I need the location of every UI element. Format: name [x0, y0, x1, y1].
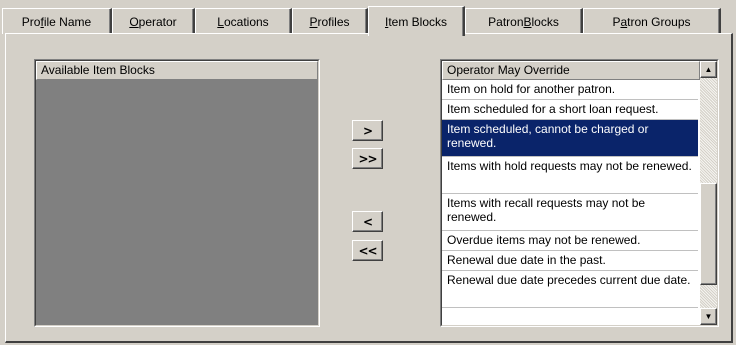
tab-bar: Pro f ile Name Operator Locations Profiles…: [0, 6, 736, 36]
tab-patron-groups[interactable]: Pa tron Groups: [583, 8, 721, 34]
tab-patron-blocks[interactable]: Patron Blocks: [465, 8, 583, 34]
list-item[interactable]: Item on hold for another patron.: [442, 80, 698, 100]
tab-label-pre: Patron: [488, 14, 524, 29]
down-arrow-icon: ▼: [704, 312, 713, 321]
list-item[interactable]: Renewal due date in the past.: [442, 251, 698, 271]
tab-label-key: L: [217, 14, 224, 29]
tab-label-post: ocations: [223, 14, 269, 29]
available-list-empty-area[interactable]: [36, 80, 318, 325]
tab-label-key: B: [523, 14, 532, 29]
scroll-down-button[interactable]: ▼: [700, 308, 717, 325]
tab-label-post: tem Blocks: [388, 14, 448, 29]
tab-label-pre: P: [612, 14, 621, 29]
add-button[interactable]: >: [352, 120, 383, 141]
scrollbar-thumb[interactable]: [700, 183, 717, 285]
tab-label-pre: Pro: [21, 14, 41, 29]
list-item[interactable]: Items with hold requests may not be rene…: [442, 157, 698, 194]
tab-label-post: locks: [531, 14, 559, 29]
tab-label-key: a: [620, 14, 628, 29]
override-list-rows: Item on hold for another patron. Item sc…: [442, 80, 698, 325]
remove-button[interactable]: <: [352, 211, 383, 232]
scroll-up-button[interactable]: ▲: [700, 61, 717, 78]
list-frame: Operator May Override Item on hold for a…: [441, 60, 718, 326]
remove-all-button[interactable]: <<: [352, 240, 383, 261]
list-item[interactable]: Overdue items may not be renewed.: [442, 231, 698, 251]
tab-locations[interactable]: Locations: [195, 8, 292, 34]
available-list-header[interactable]: Available Item Blocks: [36, 61, 318, 80]
list-item[interactable]: Item scheduled for a short loan request.: [442, 100, 698, 120]
tab-label-key: P: [309, 14, 318, 29]
list-frame: Available Item Blocks: [35, 60, 319, 326]
tab-profiles[interactable]: Profiles: [292, 8, 368, 34]
tab-label-post: ile Name: [43, 14, 92, 29]
tab-label-post: perator: [138, 14, 177, 29]
tab-label-post: rofiles: [317, 14, 350, 29]
item-blocks-panel: Available Item Blocks > >> < << Operator…: [5, 33, 733, 343]
tab-profile-name[interactable]: Pro f ile Name: [2, 8, 112, 34]
tab-item-blocks[interactable]: Item Blocks: [368, 6, 465, 36]
override-list-header[interactable]: Operator May Override: [442, 61, 700, 80]
list-item[interactable]: Renewal due date precedes current due da…: [442, 271, 698, 308]
list-item-selected[interactable]: Item scheduled, cannot be charged or ren…: [442, 120, 698, 157]
tab-label-key: O: [129, 14, 139, 29]
tab-label-post: tron Groups: [627, 14, 691, 29]
vertical-scrollbar[interactable]: ▲ ▼: [700, 61, 717, 325]
available-item-blocks-list[interactable]: Available Item Blocks: [34, 59, 320, 327]
list-item[interactable]: Items with recall requests may not be re…: [442, 194, 698, 231]
tab-operator[interactable]: Operator: [112, 8, 195, 34]
operator-may-override-list[interactable]: Operator May Override Item on hold for a…: [440, 59, 719, 327]
up-arrow-icon: ▲: [704, 65, 713, 74]
add-all-button[interactable]: >>: [352, 148, 383, 169]
